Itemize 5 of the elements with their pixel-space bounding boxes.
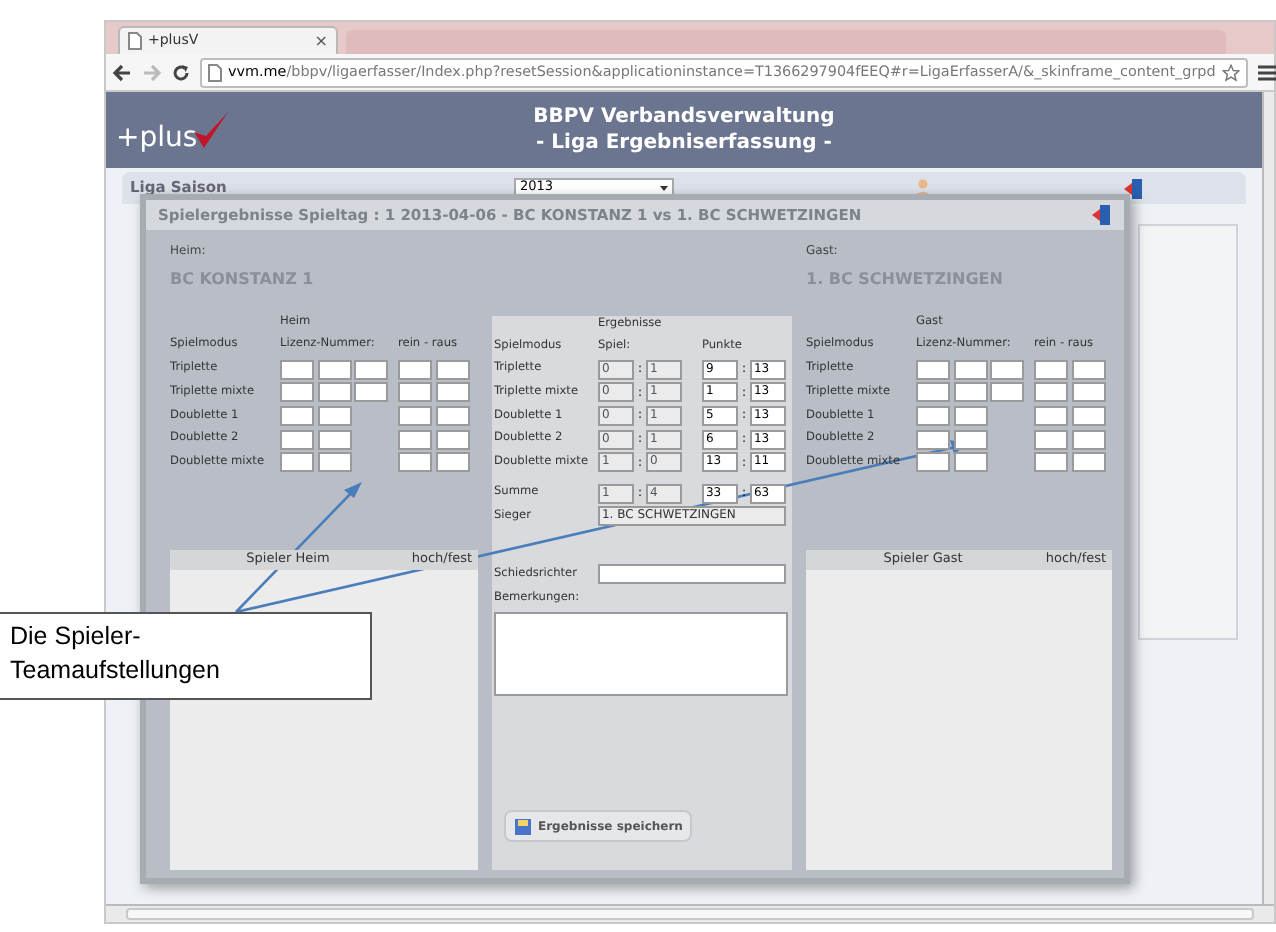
app-subtitle: - Liga Ergebniserfassung - [536,130,832,156]
logo-text: +plus [116,124,198,152]
app-title: BBPV Verbandsverwaltung [533,104,835,130]
tab-close-button[interactable]: × [314,33,328,49]
callout-box: Die Spieler-Teamaufstellungen [0,612,372,700]
